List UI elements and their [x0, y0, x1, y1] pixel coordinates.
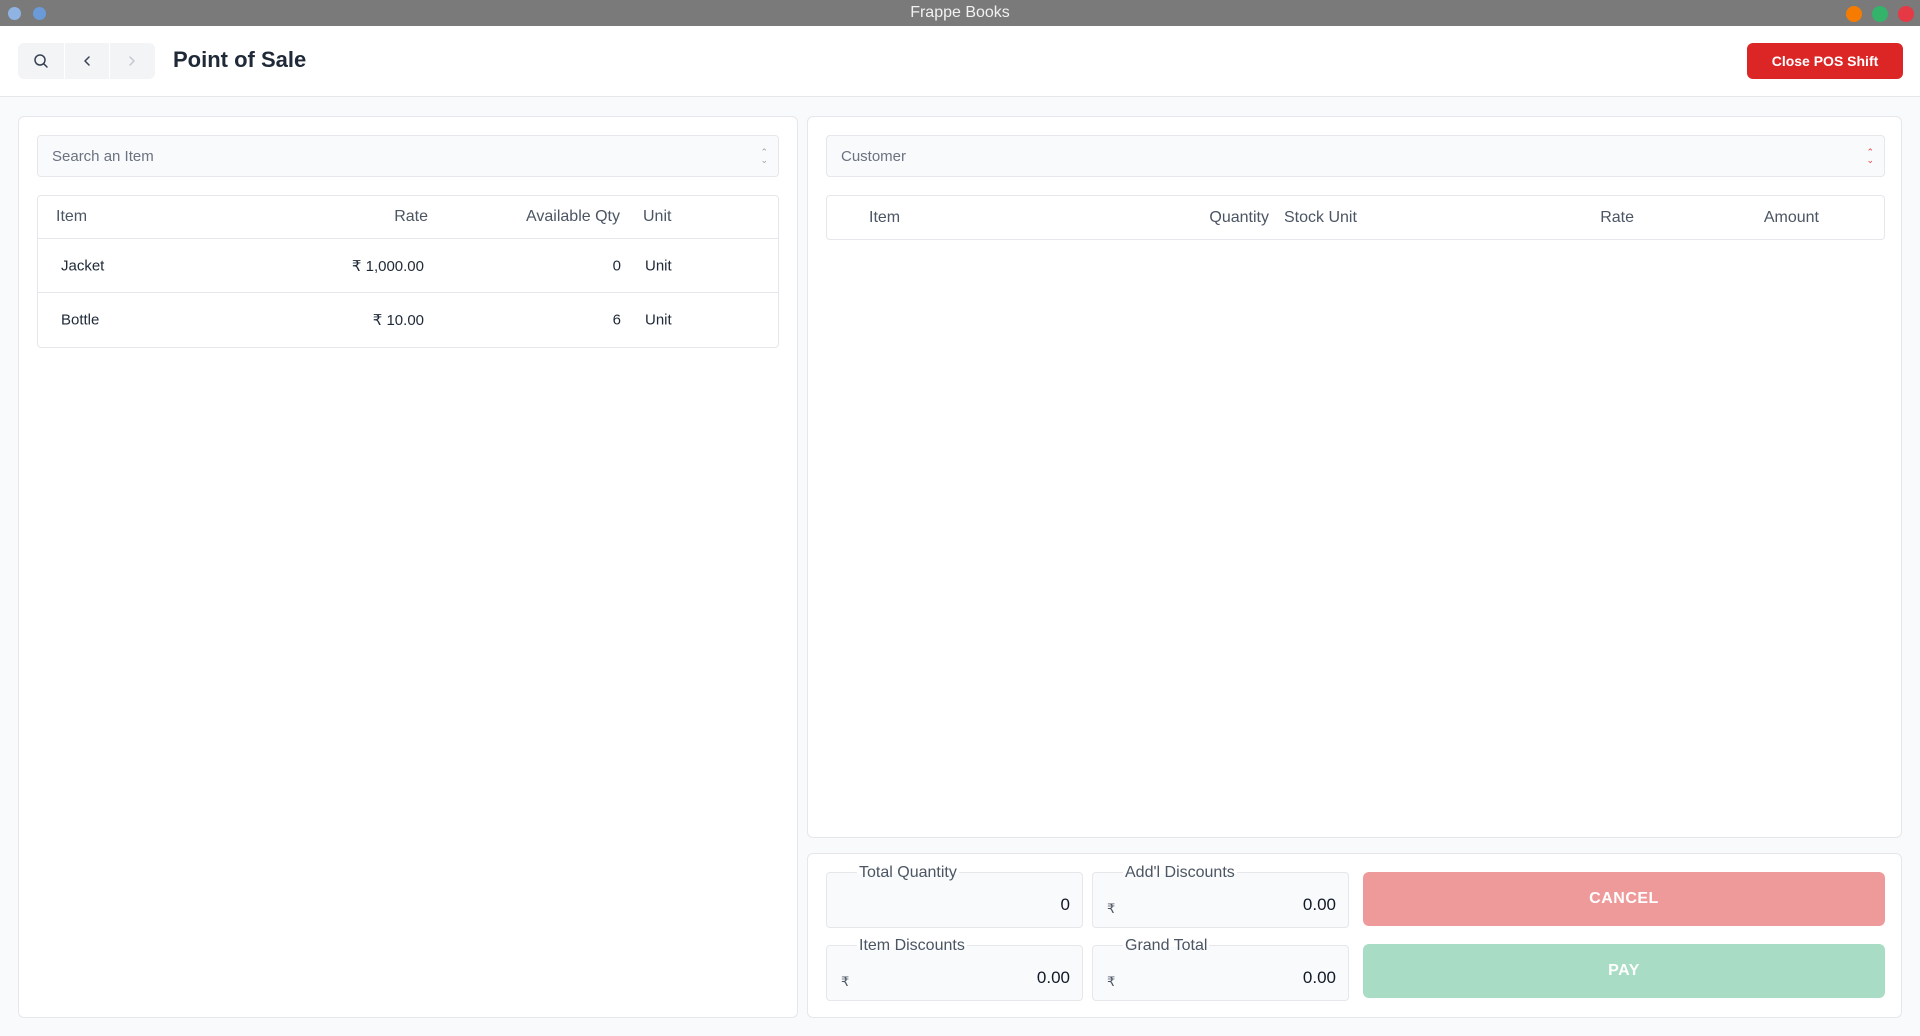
cart-table: Item Quantity Stock Unit Rate Amount — [826, 195, 1885, 240]
chevron-right-icon — [129, 56, 136, 66]
grand-total-value: 0.00 — [1302, 968, 1336, 987]
item-name: Bottle — [61, 311, 100, 329]
item-discounts-value: 0.00 — [1036, 968, 1070, 987]
column-header-amount: Amount — [1763, 208, 1819, 226]
item-selection-panel: Search an Item ⌃ ⌄ Item Rate Available Qt… — [18, 116, 798, 1018]
item-rate: ₹ 1,000.00 — [351, 257, 424, 275]
search-button[interactable] — [18, 43, 64, 79]
column-header-available-qty: Available Qty — [526, 208, 620, 225]
currency-symbol: ₹ — [1107, 901, 1116, 916]
addl-discounts-field[interactable]: Add'l Discounts ₹ 0.00 — [1092, 864, 1349, 928]
window-title-bar: Frappe Books — [0, 0, 1920, 26]
window-controls — [1846, 6, 1914, 22]
forward-button[interactable] — [109, 43, 155, 79]
cart-table-header: Item Quantity Stock Unit Rate Amount — [827, 196, 1884, 239]
nav-button-group — [18, 43, 155, 79]
item-discounts-field: Item Discounts ₹ 0.00 — [826, 937, 1083, 1001]
currency-symbol: ₹ — [1107, 974, 1116, 989]
addl-discounts-label: Add'l Discounts — [1123, 864, 1237, 882]
chevron-left-icon — [84, 56, 90, 66]
maximize-icon[interactable] — [1872, 6, 1888, 22]
close-pos-shift-button[interactable]: Close POS Shift — [1747, 43, 1903, 79]
column-header-unit: Unit — [643, 208, 672, 225]
total-quantity-label: Total Quantity — [857, 864, 959, 882]
item-rate: ₹ 10.00 — [372, 312, 424, 329]
item-search-placeholder: Search an Item — [52, 147, 154, 165]
chevron-up-down-icon: ⌃ ⌄ — [1866, 147, 1874, 165]
minimize-icon[interactable] — [1846, 6, 1862, 22]
item-table: Item Rate Available Qty Unit Jacket ₹ 1,… — [37, 195, 779, 348]
total-quantity-field: Total Quantity 0 — [826, 864, 1083, 928]
cancel-button[interactable]: CANCEL — [1363, 872, 1885, 926]
app-icon — [8, 7, 21, 20]
column-header-quantity: Quantity — [1209, 208, 1269, 226]
column-header-item: Item — [869, 208, 901, 226]
item-available-qty: 0 — [612, 257, 621, 274]
grand-total-label: Grand Total — [1123, 937, 1210, 955]
search-icon — [34, 54, 48, 68]
cart-panel: Customer ⌃ ⌄ Item Quantity Stock Unit Rat… — [807, 116, 1902, 838]
table-row[interactable]: Jacket ₹ 1,000.00 0 Unit — [38, 239, 778, 293]
total-quantity-value: 0 — [1060, 895, 1070, 914]
grand-total-field: Grand Total ₹ 0.00 — [1092, 937, 1349, 1001]
column-header-rate: Rate — [394, 208, 428, 225]
window-title: Frappe Books — [910, 4, 1010, 21]
app-menu-icon[interactable] — [33, 7, 46, 20]
window-left-indicators — [8, 7, 46, 20]
item-unit: Unit — [645, 257, 672, 274]
currency-symbol: ₹ — [841, 974, 850, 989]
item-name: Jacket — [61, 257, 105, 274]
pay-button[interactable]: PAY — [1363, 944, 1885, 998]
column-header-item: Item — [56, 208, 88, 225]
back-button[interactable] — [63, 43, 110, 79]
column-header-rate: Rate — [1600, 208, 1634, 226]
column-header-stock-unit: Stock Unit — [1284, 208, 1357, 226]
close-window-icon[interactable] — [1898, 6, 1914, 22]
page-title: Point of Sale — [173, 47, 307, 72]
item-table-header: Item Rate Available Qty Unit — [38, 196, 778, 239]
page-header: Point of Sale Close POS Shift — [0, 26, 1920, 97]
customer-select[interactable]: Customer ⌃ ⌄ — [826, 135, 1885, 177]
item-discounts-label: Item Discounts — [857, 937, 967, 955]
addl-discounts-value: 0.00 — [1302, 895, 1336, 914]
item-available-qty: 6 — [612, 311, 621, 329]
chevron-up-down-icon: ⌃ ⌄ — [760, 147, 768, 165]
item-unit: Unit — [645, 311, 672, 329]
customer-placeholder: Customer — [841, 147, 907, 165]
summary-panel: Total Quantity 0 Add'l Discounts ₹ 0.00 … — [807, 853, 1902, 1018]
table-row[interactable]: Bottle ₹ 10.00 6 Unit — [38, 293, 778, 347]
item-search-input[interactable]: Search an Item ⌃ ⌄ — [37, 135, 779, 177]
